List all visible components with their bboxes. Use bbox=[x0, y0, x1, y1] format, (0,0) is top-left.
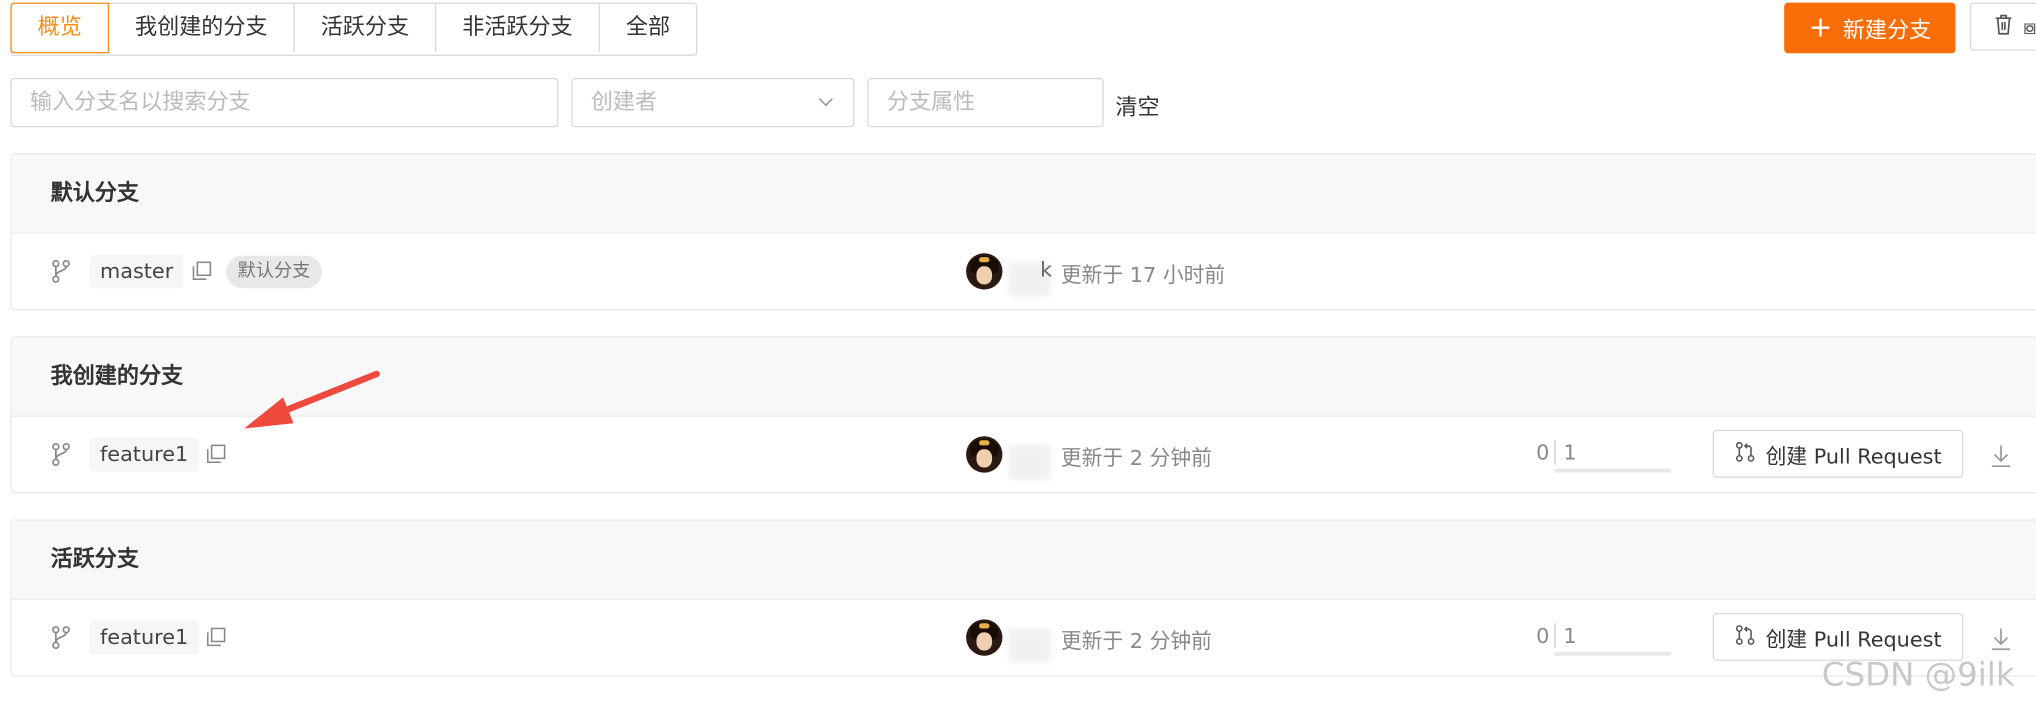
avatar bbox=[966, 619, 1003, 656]
avatar bbox=[966, 253, 1003, 290]
ahead-behind-indicator: 0 1 bbox=[1536, 440, 1672, 473]
section-title-default: 默认分支 bbox=[11, 154, 2036, 234]
copy-icon[interactable] bbox=[192, 261, 212, 286]
clear-filters-link[interactable]: 清空 bbox=[1115, 88, 1159, 121]
ahead-count: 1 bbox=[1554, 440, 1672, 465]
download-icon[interactable] bbox=[1991, 444, 2012, 473]
avatar bbox=[966, 436, 1003, 473]
branch-name[interactable]: feature1 bbox=[89, 620, 199, 655]
watermark: CSDN @9ilk bbox=[1821, 655, 2015, 694]
copy-icon[interactable] bbox=[206, 444, 226, 469]
ahead-behind-bar bbox=[1554, 651, 1672, 656]
branch-row: feature1 更新于 2 分钟前 0 1 创建 Pull Request bbox=[12, 600, 2036, 675]
delete-branches-button[interactable]: ⧇ bbox=[1969, 2, 2036, 51]
ahead-count: 1 bbox=[1554, 623, 1672, 648]
default-branch-badge: 默认分支 bbox=[225, 255, 323, 289]
section-title-active: 活跃分支 bbox=[11, 520, 2036, 600]
tab-overview[interactable]: 概览 bbox=[10, 2, 110, 54]
creator-placeholder: 创建者 bbox=[590, 89, 658, 116]
branch-icon bbox=[51, 442, 72, 472]
create-pull-request-button[interactable]: 创建 Pull Request bbox=[1712, 429, 1964, 478]
copy-icon[interactable] bbox=[206, 627, 226, 652]
updated-time: 更新于 2 分钟前 bbox=[1060, 445, 1212, 471]
trash-icon bbox=[1994, 14, 2012, 40]
tab-all[interactable]: 全部 bbox=[600, 4, 696, 52]
pull-request-label: 创建 Pull Request bbox=[1765, 626, 1942, 652]
behind-count: 0 bbox=[1536, 623, 1550, 648]
chevron-down-icon bbox=[817, 79, 835, 144]
updated-time: 更新于 2 分钟前 bbox=[1060, 628, 1212, 654]
author-name-fragment: k bbox=[1040, 257, 1053, 282]
tab-inactive-branches[interactable]: 非活跃分支 bbox=[436, 3, 600, 52]
delete-label-fragment: ⧇ bbox=[2023, 13, 2036, 39]
create-pull-request-button[interactable]: 创建 Pull Request bbox=[1712, 612, 1964, 661]
creator-select[interactable]: 创建者 bbox=[571, 77, 855, 128]
download-icon[interactable] bbox=[1991, 627, 2012, 656]
branch-search-input[interactable]: 输入分支名以搜索分支 bbox=[10, 77, 559, 128]
updated-time: 更新于 17 小时前 bbox=[1060, 262, 1226, 287]
default-branch-section: 默认分支 master 默认分支 k 更新于 17 小时前 bbox=[10, 153, 2036, 311]
branch-attribute-select[interactable]: 分支属性 bbox=[867, 77, 1104, 128]
pull-request-icon bbox=[1734, 441, 1755, 467]
annotation-arrow bbox=[244, 370, 380, 429]
author-name-blurred bbox=[1008, 445, 1051, 480]
branch-name[interactable]: master bbox=[89, 254, 184, 289]
tab-my-branches[interactable]: 我创建的分支 bbox=[109, 3, 295, 52]
branch-page: 概览 我创建的分支 活跃分支 非活跃分支 全部 + 新建分支 ⧇ 输入分支名以搜… bbox=[0, 0, 2036, 713]
branch-icon bbox=[51, 626, 72, 655]
ahead-behind-indicator: 0 1 bbox=[1536, 623, 1672, 656]
branch-row: master 默认分支 k 更新于 17 小时前 bbox=[12, 234, 2036, 309]
branch-tabs: 概览 我创建的分支 活跃分支 非活跃分支 全部 bbox=[10, 2, 698, 56]
ahead-behind-bar bbox=[1554, 468, 1672, 473]
behind-count: 0 bbox=[1536, 440, 1550, 465]
new-branch-button[interactable]: + 新建分支 bbox=[1784, 2, 1956, 54]
tab-active-branches[interactable]: 活跃分支 bbox=[295, 3, 437, 52]
active-branches-section: 活跃分支 feature1 更新于 2 分钟前 0 1 创建 Pull Requ bbox=[10, 519, 2036, 677]
new-branch-label: 新建分支 bbox=[1842, 18, 1932, 45]
plus-icon: + bbox=[1808, 11, 1833, 44]
pull-request-icon bbox=[1734, 624, 1755, 650]
branch-icon bbox=[51, 259, 72, 289]
author-name-blurred bbox=[1008, 628, 1051, 663]
branch-name[interactable]: feature1 bbox=[89, 437, 199, 472]
pull-request-label: 创建 Pull Request bbox=[1765, 443, 1942, 469]
